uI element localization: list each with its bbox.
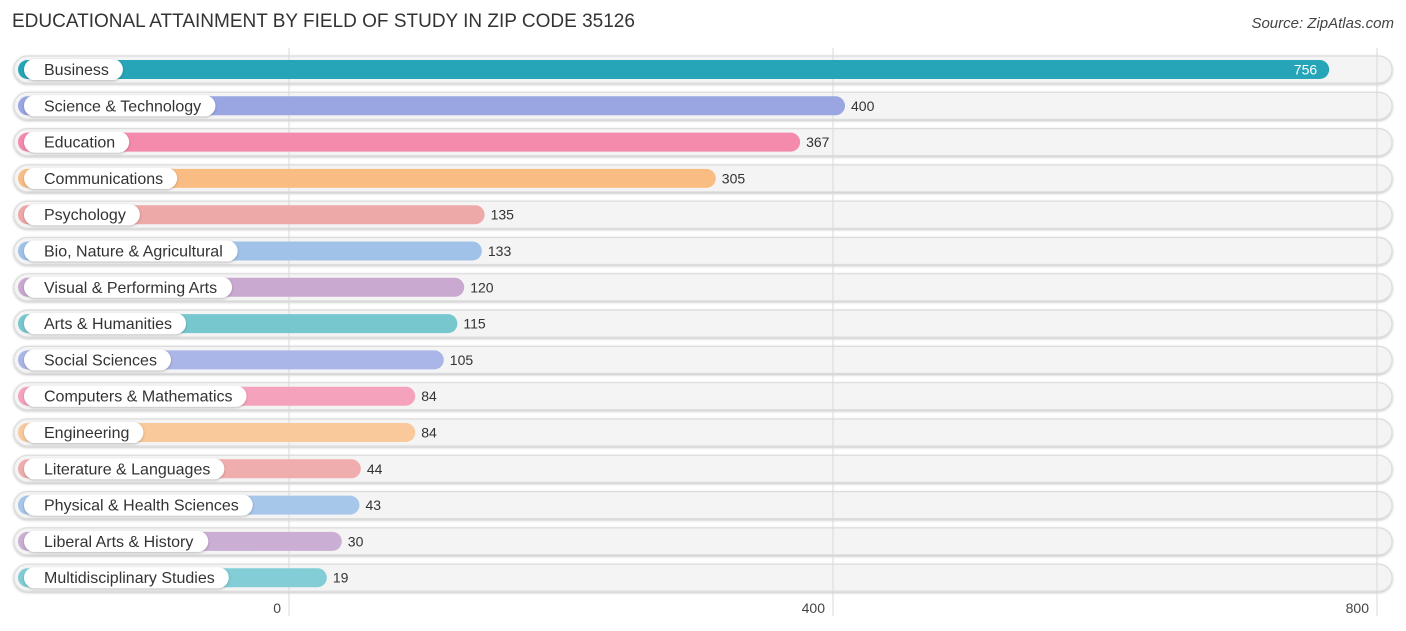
data-label: 305 — [722, 170, 746, 186]
bar-label: Communications — [44, 171, 163, 188]
bar-label: Computers & Mathematics — [44, 389, 233, 406]
bar — [18, 60, 1330, 79]
bar-label: Business — [44, 62, 109, 79]
bar-label: Liberal Arts & History — [44, 534, 193, 551]
x-tick-label: 400 — [802, 600, 826, 616]
bar-label: Psychology — [44, 207, 126, 224]
bar-label: Social Sciences — [44, 352, 157, 369]
data-label: 84 — [421, 425, 437, 441]
bar-label: Arts & Humanities — [44, 316, 172, 333]
bar-chart: Business 756 Science & Technology 400 Educat… — [13, 48, 1393, 616]
data-label: 44 — [367, 461, 383, 477]
data-label: 133 — [488, 243, 512, 259]
bar-label: Visual & Performing Arts — [44, 280, 217, 297]
bar-label: Physical & Health Sciences — [44, 498, 239, 515]
data-label: 84 — [421, 388, 437, 404]
data-label: 120 — [470, 279, 494, 295]
data-label: 115 — [463, 316, 486, 332]
data-label: 30 — [348, 533, 364, 549]
data-label: 105 — [450, 352, 474, 368]
data-label: 19 — [333, 570, 349, 586]
data-label: 135 — [491, 207, 515, 223]
data-label: 367 — [806, 134, 830, 150]
bar — [18, 132, 801, 152]
bar-label: Engineering — [44, 425, 129, 442]
bar-label: Education — [44, 135, 115, 152]
x-tick-label: 800 — [1346, 600, 1370, 616]
data-label: 43 — [365, 497, 381, 513]
bar-label: Multidisciplinary Studies — [44, 570, 215, 587]
x-tick-label: 0 — [273, 600, 281, 616]
data-label: 756 — [1294, 62, 1318, 78]
data-label: 400 — [851, 98, 875, 114]
bar-label: Science & Technology — [44, 98, 201, 115]
bar-label: Bio, Nature & Agricultural — [44, 244, 223, 261]
bar-label: Literature & Languages — [44, 461, 210, 478]
